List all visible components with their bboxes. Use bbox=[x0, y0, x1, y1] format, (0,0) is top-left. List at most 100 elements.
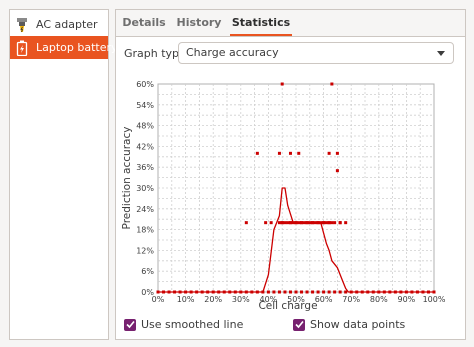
data-point bbox=[283, 290, 287, 294]
data-point bbox=[388, 290, 392, 294]
data-point bbox=[313, 221, 317, 225]
data-point bbox=[338, 221, 342, 225]
data-point bbox=[377, 290, 381, 294]
y-tick-label: 48% bbox=[136, 122, 154, 131]
data-points-checkbox[interactable]: Show data points bbox=[293, 318, 405, 331]
data-point bbox=[283, 221, 287, 225]
data-point bbox=[266, 290, 270, 294]
data-point bbox=[366, 290, 370, 294]
data-point bbox=[333, 221, 337, 225]
x-tick-label: 100% bbox=[423, 295, 446, 304]
y-tick-label: 6% bbox=[141, 267, 154, 276]
accuracy-chart: 0%6%12%18%24%30%36%42%48%54%60%0% 10% 20% 3… bbox=[121, 80, 446, 312]
data-point bbox=[319, 221, 323, 225]
data-point bbox=[308, 221, 312, 225]
data-point bbox=[286, 221, 290, 225]
data-point bbox=[228, 290, 232, 294]
data-point bbox=[382, 290, 386, 294]
data-point bbox=[280, 221, 284, 225]
data-point bbox=[277, 151, 281, 155]
data-point bbox=[415, 290, 419, 294]
data-point bbox=[316, 221, 320, 225]
data-points-label: Show data points bbox=[310, 318, 406, 331]
device-item-laptop-battery[interactable]: Laptop battery bbox=[10, 36, 118, 59]
data-point bbox=[349, 290, 353, 294]
data-point bbox=[244, 221, 248, 225]
data-point bbox=[338, 290, 342, 294]
graph-type-value: Charge accuracy bbox=[186, 46, 279, 59]
data-point bbox=[393, 290, 397, 294]
data-point bbox=[410, 290, 414, 294]
data-point bbox=[335, 151, 339, 155]
y-tick-label: 24% bbox=[136, 205, 154, 214]
data-point bbox=[206, 290, 210, 294]
data-point bbox=[300, 290, 304, 294]
data-point bbox=[322, 290, 326, 294]
data-point bbox=[294, 221, 298, 225]
smoothed-line-checkbox[interactable]: Use smoothed line bbox=[124, 318, 243, 331]
battery-icon bbox=[14, 40, 30, 56]
checkmark-icon bbox=[124, 318, 136, 331]
data-point bbox=[311, 221, 315, 225]
tab-bar: Details History Statistics bbox=[116, 10, 465, 37]
data-point bbox=[178, 290, 182, 294]
x-tick-label: 0% bbox=[152, 295, 165, 304]
data-point bbox=[294, 290, 298, 294]
data-point bbox=[250, 290, 254, 294]
data-point bbox=[222, 290, 226, 294]
data-point bbox=[302, 221, 306, 225]
device-item-ac-adapter[interactable]: AC adapter bbox=[10, 13, 108, 36]
data-point bbox=[327, 290, 331, 294]
data-point bbox=[327, 151, 331, 155]
data-point bbox=[156, 290, 160, 294]
data-point bbox=[291, 221, 295, 225]
data-point bbox=[288, 151, 292, 155]
tab-details[interactable]: Details bbox=[122, 10, 166, 36]
data-point bbox=[371, 290, 375, 294]
device-list: AC adapter Laptop battery bbox=[9, 9, 118, 340]
data-point bbox=[355, 290, 359, 294]
data-point bbox=[277, 221, 281, 225]
data-point bbox=[335, 169, 339, 173]
data-point bbox=[277, 290, 281, 294]
data-point bbox=[305, 290, 309, 294]
data-point bbox=[195, 290, 199, 294]
x-tick-label: 10% bbox=[177, 295, 195, 304]
data-point bbox=[330, 221, 334, 225]
data-point bbox=[327, 221, 331, 225]
chevron-down-icon bbox=[437, 51, 445, 56]
checkmark-icon bbox=[293, 318, 305, 331]
x-tick-label: 20% bbox=[204, 295, 222, 304]
data-point bbox=[184, 290, 188, 294]
y-tick-label: 30% bbox=[136, 184, 154, 193]
tab-statistics[interactable]: Statistics bbox=[230, 10, 292, 36]
data-point bbox=[311, 290, 315, 294]
x-tick-label: 30% bbox=[232, 295, 250, 304]
graph-type-dropdown[interactable]: Charge accuracy bbox=[178, 42, 454, 64]
y-tick-label: 54% bbox=[136, 101, 154, 110]
x-tick-label: 70% bbox=[342, 295, 360, 304]
data-point bbox=[269, 221, 273, 225]
ac-adapter-icon bbox=[14, 17, 30, 33]
data-point bbox=[239, 290, 243, 294]
data-point bbox=[244, 290, 248, 294]
statistics-panel: Details History Statistics Graph type: C… bbox=[115, 9, 466, 340]
y-tick-label: 36% bbox=[136, 163, 154, 172]
data-point bbox=[211, 290, 215, 294]
data-point bbox=[399, 290, 403, 294]
data-point bbox=[297, 221, 301, 225]
tab-history[interactable]: History bbox=[176, 10, 222, 36]
data-point bbox=[344, 221, 348, 225]
smoothed-line-label: Use smoothed line bbox=[141, 318, 244, 331]
data-point bbox=[280, 82, 284, 86]
data-point bbox=[189, 290, 193, 294]
data-point bbox=[272, 290, 276, 294]
data-point bbox=[288, 290, 292, 294]
x-tick-label: 80% bbox=[370, 295, 388, 304]
data-point bbox=[305, 221, 309, 225]
data-point bbox=[217, 290, 221, 294]
data-point bbox=[360, 290, 364, 294]
data-point bbox=[261, 290, 265, 294]
data-point bbox=[264, 221, 268, 225]
y-tick-label: 42% bbox=[136, 142, 154, 151]
